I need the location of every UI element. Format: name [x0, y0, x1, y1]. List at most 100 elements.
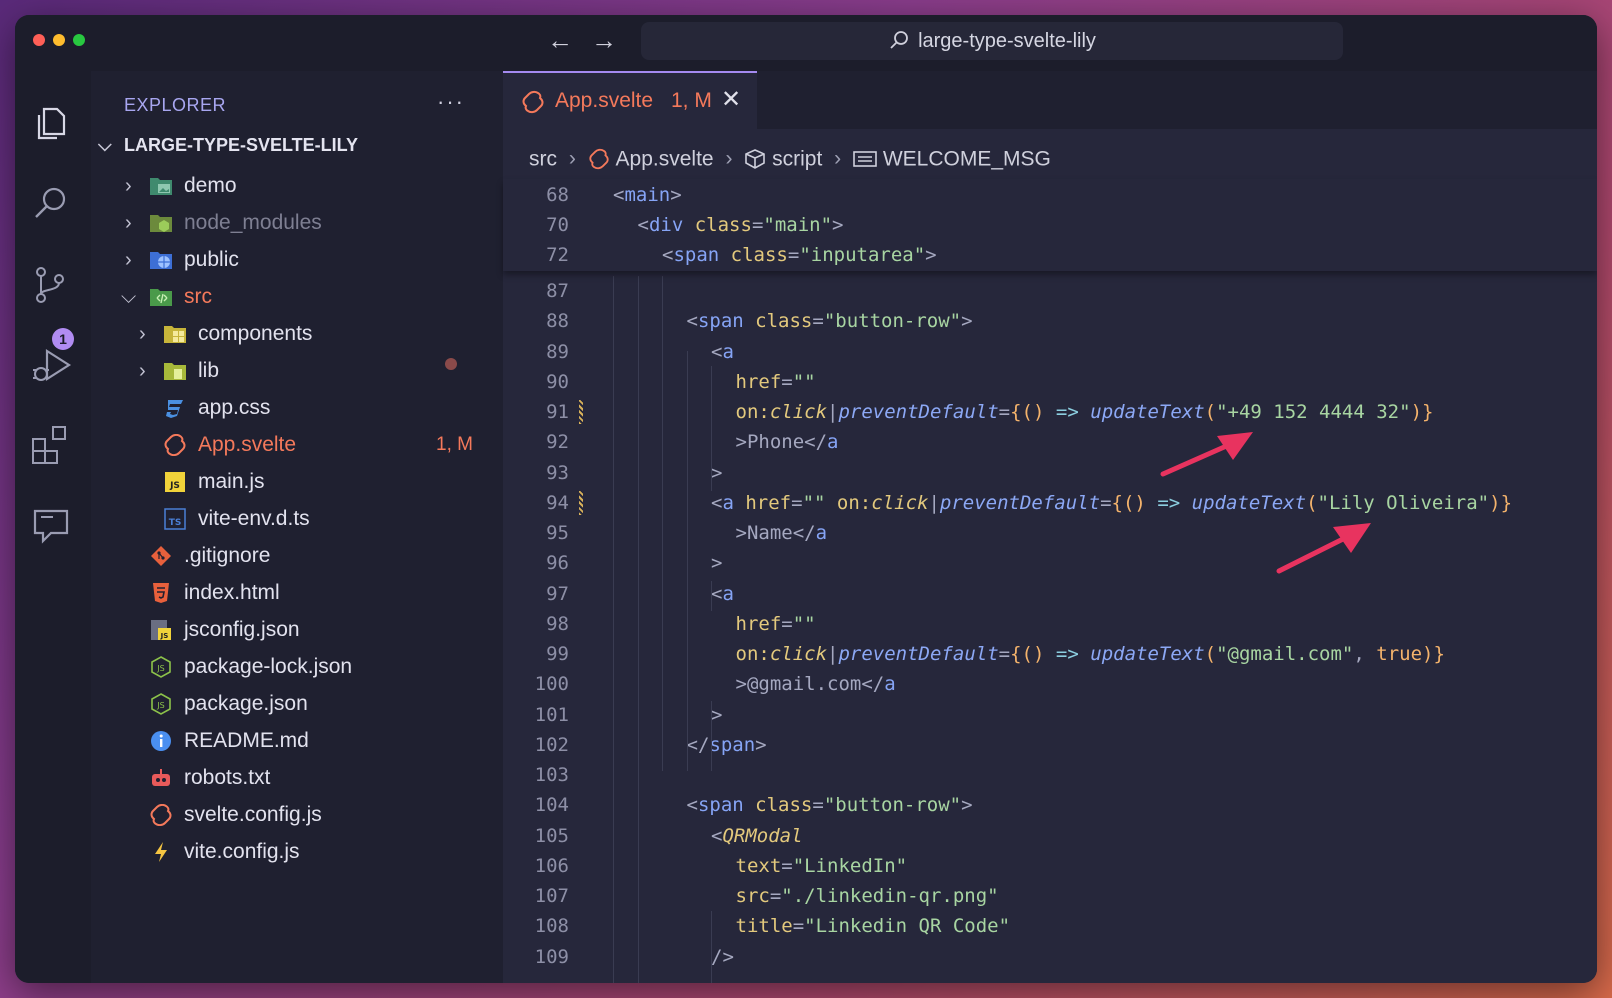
line-number: 92: [546, 431, 569, 454]
svg-text:JS: JS: [160, 632, 169, 640]
svelte-file-icon: [164, 434, 186, 456]
code-text: <div class="main">: [637, 214, 844, 236]
code-text: <a href="" on:click|preventDefault={() =…: [711, 491, 1513, 514]
folder-lib-icon: [164, 363, 186, 380]
annotation-arrow: [1276, 523, 1371, 574]
tree-item-label: main.js: [198, 470, 265, 493]
activity-bar: 1: [15, 71, 91, 983]
code-text: >@gmail.com</a: [735, 673, 896, 696]
line-number: 108: [534, 915, 569, 938]
code-text: <QRModal: [711, 824, 803, 847]
svg-text:JS: JS: [156, 664, 164, 673]
tree-item-label: node_modules: [184, 211, 322, 234]
indent-guide: [711, 911, 712, 983]
tree-item-label: package-lock.json: [184, 655, 353, 678]
tree-item-status: 1, M: [436, 434, 473, 455]
forward-arrow-icon[interactable]: →: [589, 25, 619, 55]
tree-item-components[interactable]: › components: [91, 317, 503, 351]
tree-item-readme[interactable]: README.md: [91, 724, 503, 758]
ts-file-icon: TS: [164, 508, 186, 530]
sticky-scroll-header: 68 <main> 70 <div class="main"> 72 <span clas…: [503, 179, 1597, 271]
explorer-files-icon[interactable]: [29, 101, 73, 145]
run-debug-icon[interactable]: [29, 343, 73, 387]
code-text: on:click|preventDefault={() => updateTex…: [735, 643, 1445, 665]
folder-images-icon: [150, 178, 172, 195]
code-text: >: [711, 461, 723, 484]
tree-item-label: app.css: [198, 396, 271, 419]
code-text: >Phone</a: [735, 431, 839, 454]
tree-item-public[interactable]: › public: [91, 243, 503, 277]
line-number: 107: [534, 885, 569, 907]
line-number: 68: [546, 184, 569, 206]
line-number: 90: [546, 370, 569, 393]
chevron-right-icon: ›: [125, 212, 132, 234]
minimize-window-button[interactable]: [53, 34, 65, 46]
code-text: src="./linkedin-qr.png": [735, 885, 999, 907]
tree-item-label: jsconfig.json: [184, 618, 300, 641]
svg-text:JS: JS: [169, 481, 180, 491]
indent-guide: [711, 701, 712, 771]
tree-item-lib[interactable]: › lib: [91, 354, 503, 388]
tree-item-vite-env[interactable]: TS vite-env.d.ts: [91, 502, 503, 536]
tree-item-label: components: [198, 322, 313, 345]
tree-item-app-css[interactable]: app.css: [91, 391, 503, 425]
search-text: large-type-svelte-lily: [918, 30, 1096, 52]
explorer-sidebar: EXPLORER ··· ⌵ LARGE-TYPE-SVELTE-LILY › d…: [91, 71, 503, 983]
tree-item-package-json[interactable]: JS package.json: [91, 687, 503, 721]
workspace-root-label: LARGE-TYPE-SVELTE-LILY: [124, 135, 359, 155]
line-number: 99: [546, 643, 569, 665]
remote-explorer-icon[interactable]: [29, 503, 73, 547]
tree-item-gitignore[interactable]: .gitignore: [91, 539, 503, 573]
line-number: 91: [546, 401, 569, 423]
vite-bolt-icon: [155, 842, 167, 862]
gutter-change-marker: [579, 400, 583, 424]
tree-item-label: public: [184, 248, 239, 271]
code-editor[interactable]: 68 <main> 70 <div class="main"> 72 <span clas…: [503, 71, 1597, 983]
line-number: 98: [546, 612, 569, 635]
extensions-icon[interactable]: [29, 423, 73, 467]
tree-item-label: lib: [198, 359, 220, 382]
css-file-icon: [166, 400, 183, 418]
html-file-icon: [153, 583, 169, 603]
indent-guide: [711, 366, 712, 491]
tree-item-jsconfig[interactable]: JS jsconfig.json: [91, 613, 503, 647]
tree-item-svelte-config[interactable]: svelte.config.js: [91, 798, 503, 832]
tree-item-demo[interactable]: › demo: [91, 169, 503, 203]
tree-item-main-js[interactable]: JS main.js: [91, 465, 503, 499]
source-control-icon[interactable]: [29, 263, 73, 307]
line-number: 96: [546, 552, 569, 575]
code-text: text="LinkedIn": [735, 854, 908, 877]
tree-item-label: index.html: [184, 581, 280, 604]
back-arrow-icon[interactable]: ←: [545, 25, 575, 55]
workspace-root[interactable]: ⌵ LARGE-TYPE-SVELTE-LILY: [98, 135, 358, 165]
chevron-right-icon: ›: [139, 323, 146, 345]
tree-item-app-svelte[interactable]: App.svelte 1, M: [91, 428, 503, 462]
code-text: <a: [711, 582, 734, 605]
chevron-right-icon: ›: [125, 249, 132, 271]
line-number: 102: [534, 733, 569, 756]
tree-item-label: vite.config.js: [184, 840, 300, 863]
tree-item-index-html[interactable]: index.html: [91, 576, 503, 610]
code-text: <span class="button-row">: [686, 310, 973, 333]
line-number: 93: [546, 461, 569, 484]
chevron-down-icon: ⌵: [98, 135, 112, 155]
tree-item-package-lock[interactable]: JS package-lock.json: [91, 650, 503, 684]
command-center-search[interactable]: large-type-svelte-lily: [641, 22, 1343, 60]
robot-icon: [152, 769, 170, 786]
tree-item-src[interactable]: ⌵ src: [91, 280, 503, 314]
chevron-right-icon: ›: [139, 360, 146, 382]
close-window-button[interactable]: [33, 34, 45, 46]
folder-public-icon: [150, 252, 172, 269]
chevron-down-icon: ⌵: [121, 286, 137, 308]
tree-item-node-modules[interactable]: › node_modules: [91, 206, 503, 240]
more-actions-button[interactable]: ···: [437, 89, 465, 115]
search-icon[interactable]: [29, 181, 73, 225]
tree-item-robots[interactable]: robots.txt: [91, 761, 503, 795]
folder-node-icon: [150, 215, 172, 232]
line-number: 100: [534, 673, 569, 696]
indent-guide: [637, 276, 639, 983]
svg-text:JS: JS: [156, 701, 164, 710]
folder-src-icon: [150, 289, 172, 306]
zoom-window-button[interactable]: [73, 34, 85, 46]
tree-item-vite-config[interactable]: vite.config.js: [91, 835, 503, 869]
